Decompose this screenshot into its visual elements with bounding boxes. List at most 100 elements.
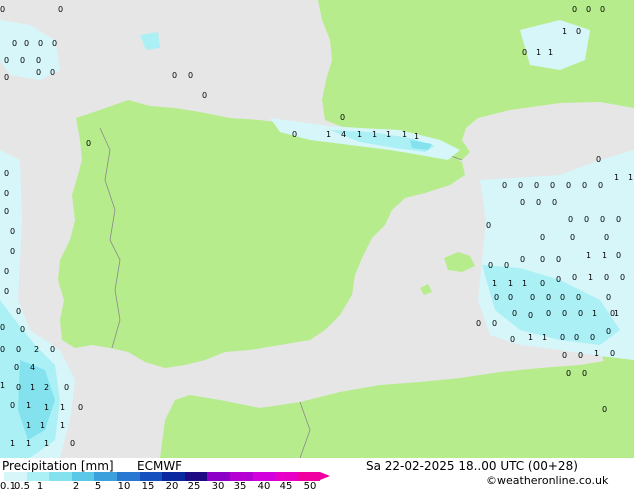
- copyright[interactable]: ©weatheronline.co.uk: [486, 474, 608, 487]
- svg-text:0: 0: [576, 293, 581, 302]
- svg-text:0: 0: [620, 273, 625, 282]
- svg-text:0: 0: [16, 345, 21, 354]
- svg-text:1: 1: [492, 279, 497, 288]
- svg-text:0: 0: [52, 39, 57, 48]
- svg-text:1: 1: [614, 309, 619, 318]
- svg-text:0: 0: [488, 261, 493, 270]
- svg-text:0: 0: [50, 345, 55, 354]
- svg-text:0: 0: [64, 383, 69, 392]
- svg-text:1: 1: [26, 421, 31, 430]
- svg-text:0: 0: [10, 401, 15, 410]
- legend-tick-label: 0.5: [14, 481, 30, 492]
- svg-text:0: 0: [596, 155, 601, 164]
- svg-text:0: 0: [528, 311, 533, 320]
- svg-text:0: 0: [546, 293, 551, 302]
- svg-text:1: 1: [0, 381, 5, 390]
- svg-text:0: 0: [566, 369, 571, 378]
- legend-swatch: [184, 472, 208, 481]
- svg-text:0: 0: [610, 349, 615, 358]
- svg-text:4: 4: [341, 130, 346, 139]
- legend-swatch: [94, 472, 117, 481]
- svg-text:1: 1: [588, 273, 593, 282]
- svg-text:0: 0: [582, 369, 587, 378]
- svg-text:0: 0: [616, 251, 621, 260]
- svg-text:1: 1: [26, 401, 31, 410]
- svg-text:1: 1: [30, 383, 35, 392]
- legend-swatch: [297, 472, 321, 481]
- svg-text:0: 0: [502, 181, 507, 190]
- precipitation-map[interactable]: 1 4 1 1 1 1 1 0 0 0 0 0 0 0 0 0 0 0 0 0 …: [0, 0, 634, 458]
- svg-text:0: 0: [492, 319, 497, 328]
- svg-text:0: 0: [520, 198, 525, 207]
- svg-text:0: 0: [4, 73, 9, 82]
- svg-text:0: 0: [584, 215, 589, 224]
- svg-text:0: 0: [292, 130, 297, 139]
- svg-text:0: 0: [550, 181, 555, 190]
- svg-text:0: 0: [540, 233, 545, 242]
- svg-text:0: 0: [520, 255, 525, 264]
- legend-swatch: [117, 472, 140, 481]
- svg-text:0: 0: [340, 113, 345, 122]
- svg-text:0: 0: [556, 275, 561, 284]
- svg-text:0: 0: [4, 287, 9, 296]
- svg-text:1: 1: [357, 130, 362, 139]
- svg-text:0: 0: [572, 273, 577, 282]
- svg-text:0: 0: [576, 27, 581, 36]
- svg-text:0: 0: [4, 267, 9, 276]
- svg-text:0: 0: [578, 309, 583, 318]
- svg-text:0: 0: [494, 293, 499, 302]
- svg-text:1: 1: [44, 439, 49, 448]
- legend-tick-label: 25: [187, 481, 201, 492]
- svg-text:0: 0: [16, 383, 21, 392]
- svg-text:0: 0: [578, 351, 583, 360]
- svg-text:0: 0: [16, 307, 21, 316]
- svg-text:0: 0: [536, 198, 541, 207]
- legend-tick-label: 15: [141, 481, 155, 492]
- svg-text:0: 0: [476, 319, 481, 328]
- legend-swatch: [162, 472, 185, 481]
- legend-tick-label: 2: [72, 481, 80, 492]
- svg-text:0: 0: [20, 325, 25, 334]
- svg-text:0: 0: [38, 39, 43, 48]
- legend-tick-label: 5: [94, 481, 102, 492]
- legend-arrow-tip: [320, 472, 331, 480]
- svg-text:0: 0: [24, 39, 29, 48]
- svg-text:0: 0: [4, 189, 9, 198]
- svg-text:0: 0: [70, 439, 75, 448]
- svg-text:1: 1: [26, 439, 31, 448]
- legend-swatch: [207, 472, 230, 481]
- svg-text:1: 1: [326, 130, 331, 139]
- svg-text:0: 0: [598, 181, 603, 190]
- map-title: Precipitation [mm]: [2, 459, 114, 473]
- map-canvas: 1 4 1 1 1 1 1 0 0 0 0 0 0 0 0 0 0 0 0 0 …: [0, 0, 634, 458]
- svg-text:1: 1: [548, 48, 553, 57]
- svg-text:0: 0: [600, 5, 605, 14]
- legend-swatch: [139, 472, 163, 481]
- svg-text:0: 0: [556, 255, 561, 264]
- svg-text:0: 0: [14, 363, 19, 372]
- legend-tick-label: 30: [211, 481, 225, 492]
- svg-text:1: 1: [562, 27, 567, 36]
- svg-text:0: 0: [616, 215, 621, 224]
- svg-text:1: 1: [542, 333, 547, 342]
- legend-swatch: [252, 472, 276, 481]
- legend-tick-label: 35: [233, 481, 247, 492]
- svg-text:1: 1: [528, 333, 533, 342]
- svg-text:1: 1: [592, 309, 597, 318]
- legend-swatch: [4, 472, 27, 481]
- svg-text:0: 0: [530, 293, 535, 302]
- svg-text:0: 0: [188, 71, 193, 80]
- legend-tick-label: 10: [117, 481, 131, 492]
- forecast-datetime: Sa 22-02-2025 18..00 UTC (00+28): [366, 459, 578, 473]
- svg-text:1: 1: [508, 279, 513, 288]
- svg-text:0: 0: [562, 309, 567, 318]
- legend-swatch: [275, 472, 298, 481]
- svg-text:0: 0: [572, 5, 577, 14]
- svg-text:4: 4: [30, 363, 35, 372]
- svg-text:1: 1: [60, 421, 65, 430]
- land-mallorca: [444, 252, 475, 272]
- svg-text:0: 0: [552, 198, 557, 207]
- svg-text:1: 1: [522, 279, 527, 288]
- svg-text:1: 1: [414, 132, 419, 141]
- svg-text:0: 0: [486, 221, 491, 230]
